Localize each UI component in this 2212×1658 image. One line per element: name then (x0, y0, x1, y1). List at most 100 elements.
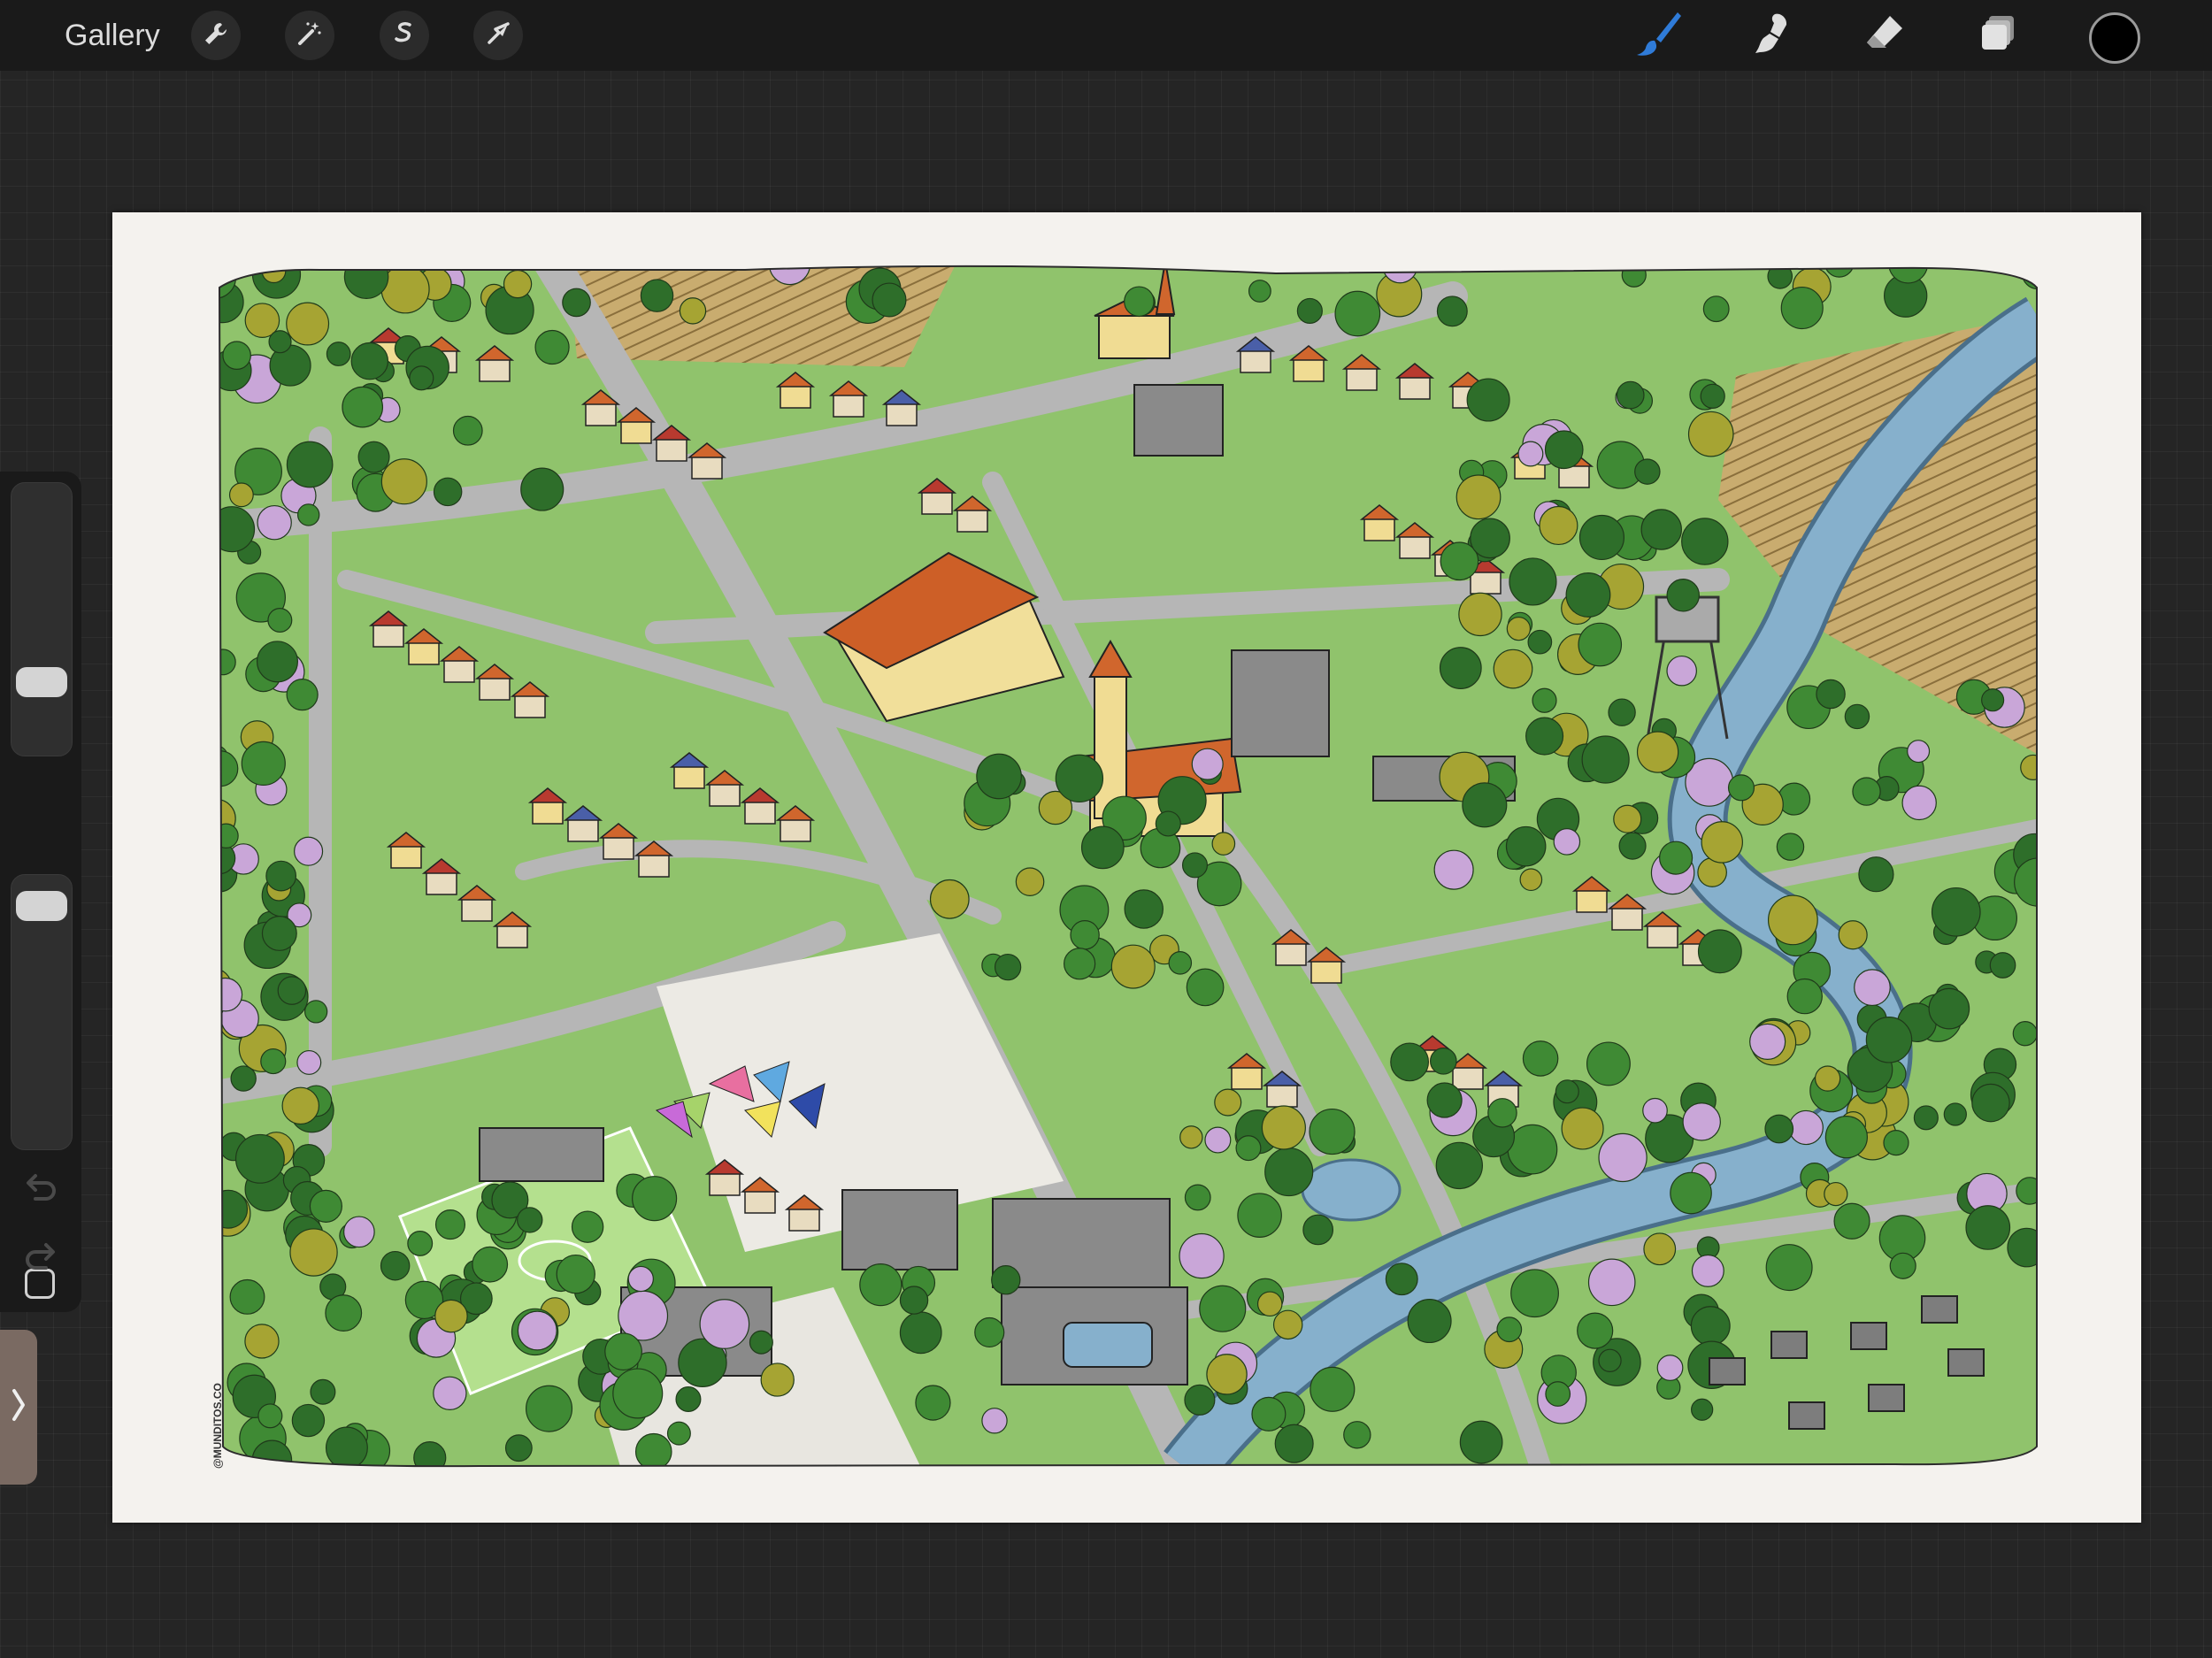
tree (434, 1209, 466, 1240)
tree (1517, 441, 1544, 467)
tree (268, 330, 292, 354)
tree (1553, 828, 1581, 856)
eraser-tool-button[interactable] (1858, 9, 1911, 62)
tree (228, 482, 254, 508)
adjustments-button[interactable] (285, 11, 334, 60)
color-swatch[interactable] (2089, 12, 2140, 64)
tree (1565, 572, 1611, 618)
tree (380, 265, 430, 314)
tree (380, 1250, 411, 1281)
brush-size-slider[interactable] (11, 482, 73, 756)
tree (1214, 1088, 1242, 1117)
tree (234, 1133, 285, 1184)
magic-wand-icon (296, 19, 324, 52)
tree (1519, 868, 1543, 892)
tree (1634, 458, 1661, 485)
tree (981, 1408, 1008, 1434)
tree (409, 365, 434, 391)
brush-tool-button[interactable] (1632, 9, 1685, 62)
tree (534, 329, 570, 365)
tree (859, 1263, 902, 1307)
tree (1525, 717, 1564, 756)
undo-icon (23, 1172, 58, 1207)
tree (1248, 280, 1271, 303)
tree (357, 441, 390, 473)
tree (1764, 1114, 1794, 1144)
tree (219, 977, 243, 1012)
actions-button[interactable] (191, 11, 241, 60)
tree (1587, 1258, 1636, 1307)
tree (1439, 647, 1482, 689)
tree (1191, 748, 1224, 780)
tree (1858, 856, 1894, 893)
opacity-handle[interactable] (16, 891, 67, 922)
eraser-icon (1862, 11, 1908, 61)
tree (679, 297, 707, 325)
tree (1179, 1232, 1225, 1279)
tree (343, 265, 389, 299)
tree (556, 1254, 595, 1294)
tree (1155, 810, 1181, 837)
gallery-button[interactable]: Gallery (65, 15, 160, 56)
tree (504, 1434, 533, 1462)
layers-icon (1977, 12, 2019, 59)
canvas-paper[interactable]: @MUNDITOS.CO (112, 212, 2141, 1523)
tree (433, 477, 463, 507)
undo-button[interactable] (19, 1171, 62, 1207)
tree (286, 679, 319, 711)
tree (1776, 833, 1805, 861)
tree (1816, 679, 1846, 710)
tree (1788, 1109, 1824, 1146)
top-toolbar: Gallery (0, 0, 2212, 71)
brush-size-handle[interactable] (16, 667, 67, 698)
tree (1426, 1082, 1463, 1118)
tree (1586, 1041, 1631, 1086)
tree (1613, 804, 1642, 833)
tree (1435, 1141, 1484, 1190)
redo-button[interactable] (19, 1240, 62, 1276)
tree (1598, 1348, 1622, 1372)
layers-button[interactable] (1971, 9, 2024, 62)
tree (1545, 1381, 1571, 1407)
tree (1110, 944, 1156, 989)
selection-button[interactable] (380, 11, 429, 60)
tree (1581, 735, 1630, 784)
tree (1965, 1205, 2011, 1250)
smudge-tool-button[interactable] (1745, 9, 1798, 62)
tree (1015, 867, 1045, 896)
tree (1261, 1105, 1306, 1150)
tree (433, 1376, 467, 1410)
tree (1786, 978, 1823, 1015)
tree (267, 607, 293, 633)
tree (309, 1189, 342, 1223)
opacity-slider[interactable] (11, 874, 73, 1150)
tree (281, 1086, 319, 1125)
tree (325, 1294, 363, 1332)
tree (994, 953, 1022, 981)
tree (296, 503, 320, 526)
tree (222, 341, 251, 370)
tree (294, 836, 324, 866)
tree (1681, 518, 1729, 565)
tree (1251, 1396, 1286, 1432)
tree (1507, 1124, 1558, 1175)
artist-signature: @MUNDITOS.CO (211, 1383, 224, 1469)
tree (452, 415, 483, 446)
tree (517, 1207, 543, 1233)
tree (325, 1426, 368, 1467)
tree (525, 1385, 573, 1432)
tree (1697, 929, 1742, 974)
tree (1334, 290, 1381, 337)
tree (1433, 849, 1474, 890)
sidebar-expand-tab[interactable] (0, 1330, 37, 1485)
tree (1555, 1079, 1579, 1104)
tree (1640, 509, 1682, 550)
tree (1727, 774, 1755, 802)
transform-button[interactable] (473, 11, 523, 60)
tree (1184, 1384, 1216, 1416)
tree (1310, 1366, 1356, 1412)
tree (229, 1278, 265, 1315)
tree (1505, 825, 1547, 867)
tree (666, 1421, 691, 1446)
tree (699, 1299, 750, 1349)
